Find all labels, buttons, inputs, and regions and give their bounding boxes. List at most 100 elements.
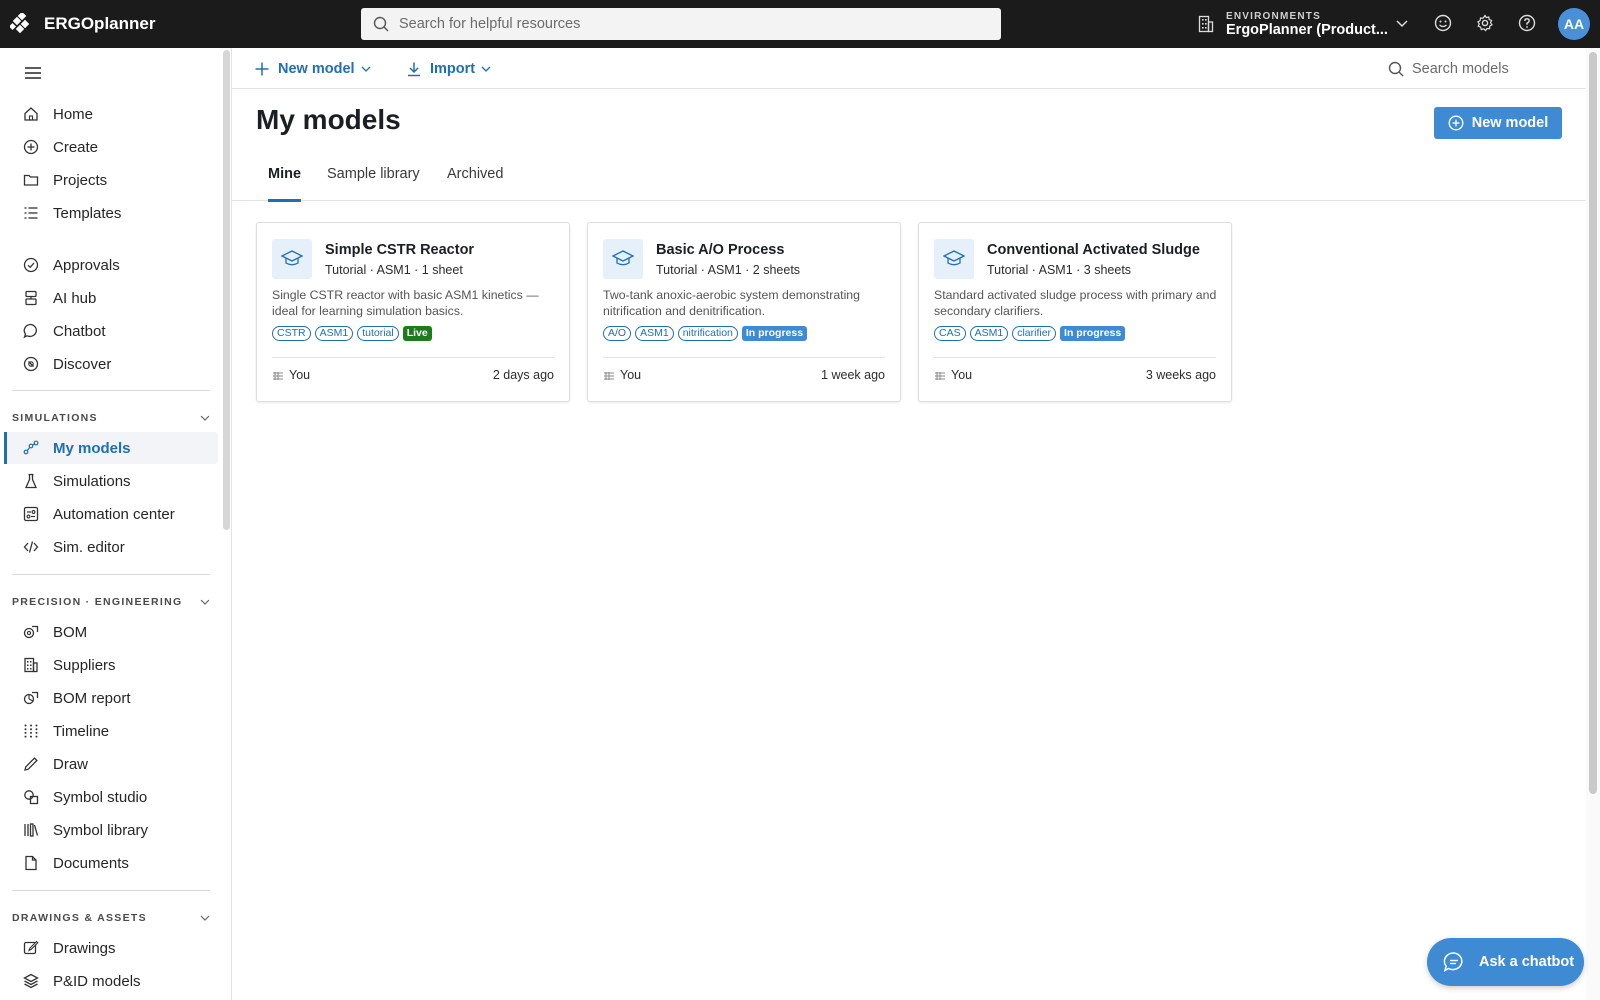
section-header-precision-engineering[interactable]: PRECISION · ENGINEERING [12, 592, 210, 612]
new-model-button[interactable]: New model [1434, 107, 1562, 139]
new-model-menu-button[interactable]: New model [254, 57, 371, 81]
tab-archived[interactable]: Archived [447, 161, 503, 201]
tag[interactable]: A/O [603, 326, 632, 341]
model-card[interactable]: Basic A/O Process Tutorial · ASM1 · 2 sh… [587, 222, 901, 402]
graduation-cap-icon [272, 239, 312, 279]
environment-label: ENVIRONMENTS [1226, 10, 1321, 22]
drawing-icon [22, 939, 40, 957]
chevron-down-icon [481, 66, 491, 72]
sidebar-item-projects[interactable]: Projects [4, 164, 218, 196]
global-search-input[interactable]: Search for helpful resources [361, 8, 1001, 40]
sidebar-item-label: BOM report [53, 689, 131, 707]
section-header-simulations[interactable]: SIMULATIONS [12, 408, 210, 428]
sidebar-item-drawings[interactable]: Drawings [4, 932, 218, 964]
section-title: DRAWINGS & ASSETS [12, 912, 147, 924]
settings-button[interactable] [1474, 12, 1496, 34]
sidebar-item-pid-models[interactable]: P&ID models [4, 965, 218, 997]
card-owner: You [603, 368, 641, 382]
sidebar-item-bom[interactable]: BOM [4, 616, 218, 648]
model-search-input[interactable]: Search models [1388, 57, 1578, 81]
menu-icon[interactable] [22, 62, 44, 84]
sidebar-item-automation-center[interactable]: Automation center [4, 498, 218, 530]
ask-chatbot-button[interactable]: Ask a chatbot [1427, 938, 1584, 986]
sidebar-item-symbol-library[interactable]: Symbol library [4, 814, 218, 846]
sidebar-item-timeline[interactable]: Timeline [4, 715, 218, 747]
model-card[interactable]: Simple CSTR Reactor Tutorial · ASM1 · 1 … [256, 222, 570, 402]
sidebar-item-label: Templates [53, 204, 122, 222]
feedback-button[interactable] [1432, 12, 1454, 34]
sidebar-item-chatbot[interactable]: Chatbot [4, 315, 218, 347]
tag[interactable]: nitrification [677, 326, 738, 341]
card-meta: Tutorial · ASM1 · 2 sheets [656, 263, 801, 277]
sidebar-item-label: Simulations [53, 472, 131, 490]
sidebar-item-templates[interactable]: Templates [4, 197, 218, 229]
sidebar-item-home[interactable]: Home [4, 98, 218, 130]
tag[interactable]: ASM1 [635, 326, 674, 341]
page-title: My models [256, 104, 401, 135]
sidebar-item-suppliers[interactable]: Suppliers [4, 649, 218, 681]
search-placeholder: Search for helpful resources [399, 16, 581, 32]
sidebar-item-label: P&ID models [53, 972, 141, 990]
building-icon [1198, 15, 1214, 33]
sidebar-scrollbar[interactable] [223, 50, 230, 530]
section-title: PRECISION · ENGINEERING [12, 596, 183, 608]
sidebar-item-label: Timeline [53, 722, 110, 740]
building-icon [22, 656, 40, 674]
app-logo[interactable]: ERGOplanner [0, 13, 360, 35]
tag[interactable]: ASM1 [969, 326, 1009, 341]
tag[interactable]: tutorial [357, 326, 399, 341]
sidebar-item-ai-hub[interactable]: AI hub [4, 282, 218, 314]
main-scrollbar[interactable] [1586, 48, 1600, 1000]
library-icon [22, 821, 40, 839]
section-header-drawings-assets[interactable]: DRAWINGS & ASSETS [12, 908, 210, 928]
card-divider [272, 357, 554, 358]
plus-icon [255, 62, 269, 76]
environment-selector[interactable]: ENVIRONMENTS ErgoPlanner (Product... [1198, 6, 1410, 42]
graduation-cap-icon [603, 239, 643, 279]
sidebar: Home Create Projects Templates Approvals… [0, 48, 232, 1000]
owner-icon [604, 372, 614, 380]
import-menu-button[interactable]: Import [406, 57, 491, 81]
sidebar-item-approvals[interactable]: Approvals [4, 249, 218, 281]
ai-hub-icon [22, 289, 40, 307]
card-tags: CAS ASM1 clarifier In progress [934, 326, 1126, 341]
sidebar-item-documents[interactable]: Documents [4, 847, 218, 879]
sidebar-item-label: Home [53, 105, 94, 123]
tab-bar: Mine Sample library Archived [232, 161, 1586, 202]
check-circle-icon [22, 256, 40, 274]
section-title: SIMULATIONS [12, 412, 98, 424]
sidebar-item-draw[interactable]: Draw [4, 748, 218, 780]
scrollbar-thumb[interactable] [1589, 52, 1597, 794]
tab-mine[interactable]: Mine [268, 161, 302, 202]
sidebar-item-create[interactable]: Create [4, 131, 218, 163]
tag[interactable]: ASM1 [314, 326, 354, 341]
tag[interactable]: CSTR [272, 326, 311, 341]
help-button[interactable] [1516, 12, 1538, 34]
bom-icon [22, 623, 40, 641]
sidebar-item-label: Draw [53, 755, 89, 773]
sidebar-item-label: Automation center [53, 505, 175, 523]
automation-icon [22, 505, 40, 523]
shapes-icon [22, 788, 40, 806]
card-tags: CSTR ASM1 tutorial Live [272, 326, 432, 341]
code-icon [22, 538, 40, 556]
report-icon [22, 689, 40, 707]
card-divider [934, 357, 1216, 358]
chat-bubble-icon [1443, 952, 1463, 973]
sidebar-item-label: Suppliers [53, 656, 116, 674]
card-divider [603, 357, 885, 358]
sidebar-item-simulations[interactable]: Simulations [4, 465, 218, 497]
sidebar-item-my-models[interactable]: My models [4, 432, 218, 464]
chevron-down-icon [361, 66, 371, 72]
card-meta: Tutorial · ASM1 · 3 sheets [987, 263, 1132, 277]
tag[interactable]: clarifier [1012, 326, 1057, 341]
user-avatar[interactable]: AA [1558, 8, 1590, 40]
sidebar-item-symbol-studio[interactable]: Symbol studio [4, 781, 218, 813]
sidebar-item-label: Drawings [53, 939, 116, 957]
tag[interactable]: CAS [934, 326, 966, 341]
sidebar-item-sim-editor[interactable]: Sim. editor [4, 531, 218, 563]
model-card[interactable]: Conventional Activated Sludge Tutorial ·… [918, 222, 1232, 402]
tab-sample-library[interactable]: Sample library [327, 161, 420, 201]
sidebar-item-bom-report[interactable]: BOM report [4, 682, 218, 714]
sidebar-item-discover[interactable]: Discover [4, 348, 218, 380]
